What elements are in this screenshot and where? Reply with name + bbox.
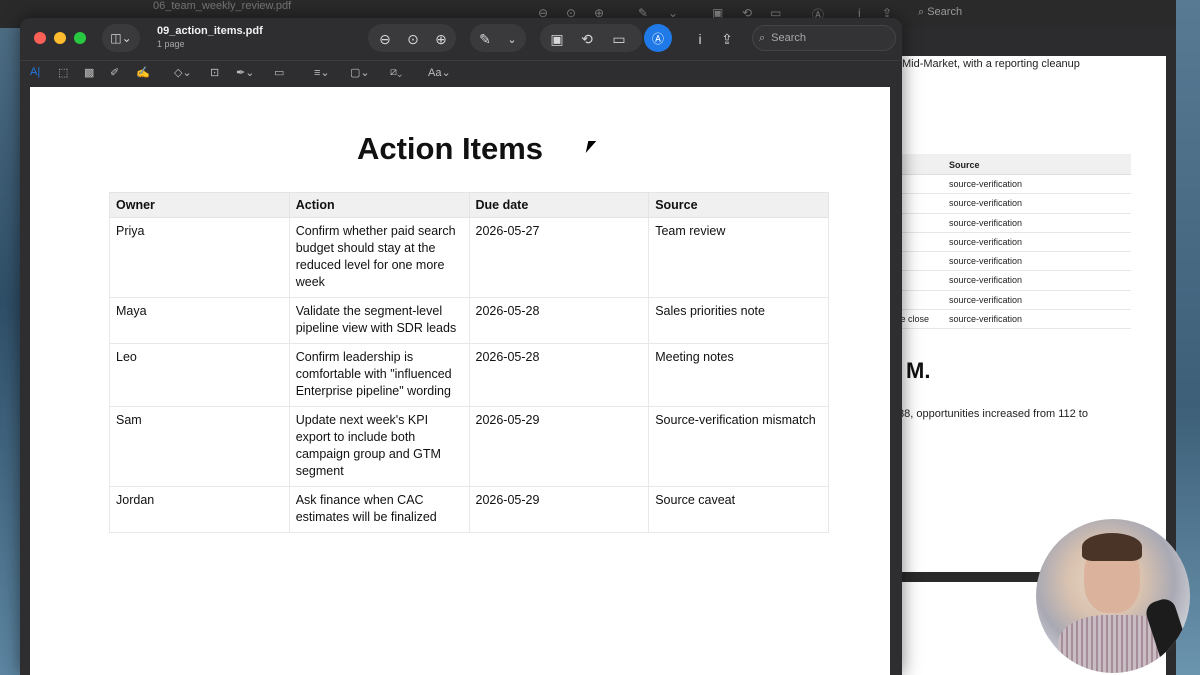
due-date-cell: 2026-05-29 (468, 486, 650, 533)
table-row: Maya Validate the segment-level pipeline… (109, 297, 829, 344)
rotate-icon[interactable]: ⟲ (576, 28, 598, 50)
background-table: Source source-verification source-verifi… (900, 154, 1131, 330)
action-cell: Confirm leadership is comfortable with "… (288, 343, 470, 407)
cell: ce close (900, 314, 930, 325)
table-header-row: Owner Action Due date Source (109, 192, 829, 218)
info-icon[interactable]: i (690, 28, 710, 50)
text-selection-icon[interactable]: A| (30, 66, 40, 78)
cell: source-verification (949, 256, 1023, 267)
presenter-hair (1082, 533, 1142, 561)
cell: source-verification (949, 217, 1023, 228)
cell: source-verification (949, 236, 1023, 247)
search-placeholder: Search (771, 32, 807, 44)
minimize-button[interactable] (54, 32, 66, 44)
source-cell: Team review (648, 217, 829, 298)
table-row: Leo Confirm leadership is comfortable wi… (109, 343, 829, 407)
action-cell: Ask finance when CAC estimates will be f… (288, 486, 470, 533)
cell: source-verification (949, 275, 1023, 286)
column-header: Owner (109, 192, 290, 218)
cell: source-verification (949, 198, 1023, 209)
page-count: 1 page (157, 39, 185, 49)
column-header: Action (288, 192, 470, 218)
due-date-cell: 2026-05-29 (468, 406, 650, 487)
note-icon[interactable]: ▭ (274, 66, 284, 79)
pdf-page: Action Items Owner Action Due date Sourc… (30, 87, 890, 675)
text-box-icon[interactable]: ⊡ (210, 66, 219, 79)
chevron-down-icon[interactable]: ⌄ (502, 28, 522, 50)
background-table-header: Source (900, 154, 1131, 175)
due-date-cell: 2026-05-27 (468, 217, 650, 298)
redact-icon[interactable]: ▩ (84, 66, 94, 79)
fill-color-icon[interactable]: ⧄⌄ (390, 66, 402, 79)
annotate-form-icon[interactable]: ▭ (606, 28, 632, 50)
source-cell: Source-verification mismatch (648, 406, 829, 487)
page-title: Action Items (356, 131, 544, 166)
table-row: ce close source-verification (900, 310, 1131, 330)
webcam-overlay (1036, 519, 1190, 673)
background-search[interactable]: ⌕ Search (918, 6, 962, 19)
table-row: source-verification (900, 271, 1131, 291)
table-row: source-verification (900, 175, 1131, 195)
action-cell: Validate the segment-level pipeline view… (288, 297, 470, 344)
zoom-in-icon[interactable]: ⊕ (430, 28, 452, 50)
table-row: source-verification (900, 291, 1131, 311)
zoom-out-icon[interactable]: ⊖ (374, 28, 396, 50)
background-paragraph: Mid-Market, with a reporting cleanup (902, 58, 1080, 70)
cell: source-verification (949, 314, 1023, 325)
due-date-cell: 2026-05-28 (468, 297, 650, 344)
shape-style-icon[interactable]: ≡⌄ (314, 66, 330, 79)
background-window-title[interactable]: 06_team_weekly_review.pdf (153, 0, 291, 12)
zoom-actual-size-icon[interactable]: ⊙ (402, 28, 424, 50)
table-row: source-verification (900, 252, 1131, 272)
background-search-label: Search (927, 6, 963, 18)
highlight-pen-icon[interactable]: ✎ (474, 28, 496, 50)
sign-icon[interactable]: ✒⌄ (236, 66, 254, 79)
document-title: 09_action_items.pdf (157, 25, 263, 37)
desktop-left-edge (0, 0, 20, 675)
source-cell: Sales priorities note (648, 297, 829, 344)
owner-cell: Leo (109, 343, 290, 407)
cell: source-verification (949, 294, 1023, 305)
owner-cell: Jordan (109, 486, 290, 533)
table-row: Sam Update next week's KPI export to inc… (109, 406, 829, 487)
table-row: source-verification (900, 194, 1131, 214)
sketch-icon[interactable]: ✐ (110, 66, 119, 79)
preview-window: ◫⌄ 09_action_items.pdf 1 page ⊖ ⊙ ⊕ ✎ ⌄ … (20, 18, 902, 675)
table-row: source-verification (900, 233, 1131, 253)
action-items-table: Owner Action Due date Source Priya Confi… (109, 192, 829, 533)
background-paragraph-2: 88, opportunities increased from 112 to (900, 408, 1088, 420)
source-cell: Meeting notes (648, 343, 829, 407)
markup-toolbar: A| ⬚ ▩ ✐ ✍ ◇⌄ ⊡ ✒⌄ ▭ ≡⌄ ▢⌄ ⧄⌄ Aa⌄ (20, 60, 902, 86)
draw-icon[interactable]: ✍ (136, 66, 150, 79)
column-header: Due date (468, 192, 650, 218)
table-row: source-verification (900, 214, 1131, 233)
share-icon[interactable]: ⇪ (716, 28, 738, 50)
action-cell: Confirm whether paid search budget shoul… (288, 217, 470, 298)
column-header: Source (648, 192, 829, 218)
cell: source-verification (949, 179, 1023, 189)
sidebar-toggle-button[interactable]: ◫⌄ (102, 24, 140, 52)
rect-selection-icon[interactable]: ⬚ (58, 66, 68, 79)
search-field[interactable]: ⌕ Search (752, 25, 896, 51)
table-row: Priya Confirm whether paid search budget… (109, 217, 829, 298)
table-row: Jordan Ask finance when CAC estimates wi… (109, 486, 829, 533)
action-cell: Update next week's KPI export to include… (288, 406, 470, 487)
source-cell: Source caveat (648, 486, 829, 533)
shapes-icon[interactable]: ◇⌄ (174, 66, 192, 79)
image-icon[interactable]: ▣ (546, 28, 568, 50)
zoom-button[interactable] (74, 32, 86, 44)
search-icon: ⌕ (759, 31, 766, 44)
owner-cell: Priya (109, 217, 290, 298)
owner-cell: Sam (109, 406, 290, 487)
sidebar-icon: ◫⌄ (110, 31, 132, 45)
border-color-icon[interactable]: ▢⌄ (350, 66, 370, 79)
text-style-icon[interactable]: Aa⌄ (428, 66, 451, 79)
due-date-cell: 2026-05-28 (468, 343, 650, 407)
close-button[interactable] (34, 32, 46, 44)
background-heading: M. (906, 358, 931, 383)
window-toolbar: ◫⌄ 09_action_items.pdf 1 page ⊖ ⊙ ⊕ ✎ ⌄ … (20, 18, 902, 60)
owner-cell: Maya (109, 297, 290, 344)
markup-icon[interactable]: Ⓐ (644, 24, 672, 52)
